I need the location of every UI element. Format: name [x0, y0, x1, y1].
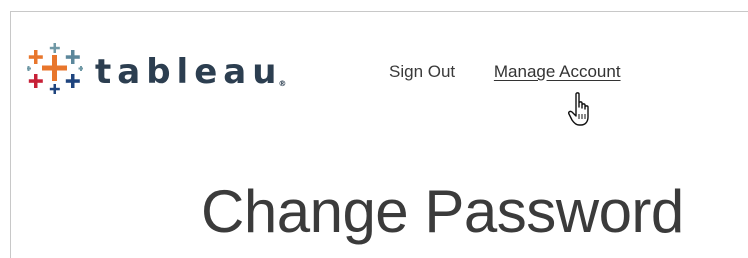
header: tableau® Sign Out Manage Account [11, 12, 748, 137]
tableau-logo-icon [27, 43, 83, 94]
page-title: Change Password [201, 178, 684, 245]
sign-out-link[interactable]: Sign Out [389, 62, 455, 82]
brand-name: tableau [95, 52, 283, 92]
tableau-wordmark: tableau® [95, 44, 286, 100]
tableau-logo[interactable]: tableau® [27, 42, 327, 94]
page-frame: tableau® Sign Out Manage Account Change … [10, 11, 748, 258]
manage-account-link[interactable]: Manage Account [494, 62, 621, 82]
hand-pointer-icon [568, 92, 589, 126]
top-nav: Sign Out Manage Account [389, 62, 621, 82]
trademark-symbol: ® [278, 79, 287, 88]
